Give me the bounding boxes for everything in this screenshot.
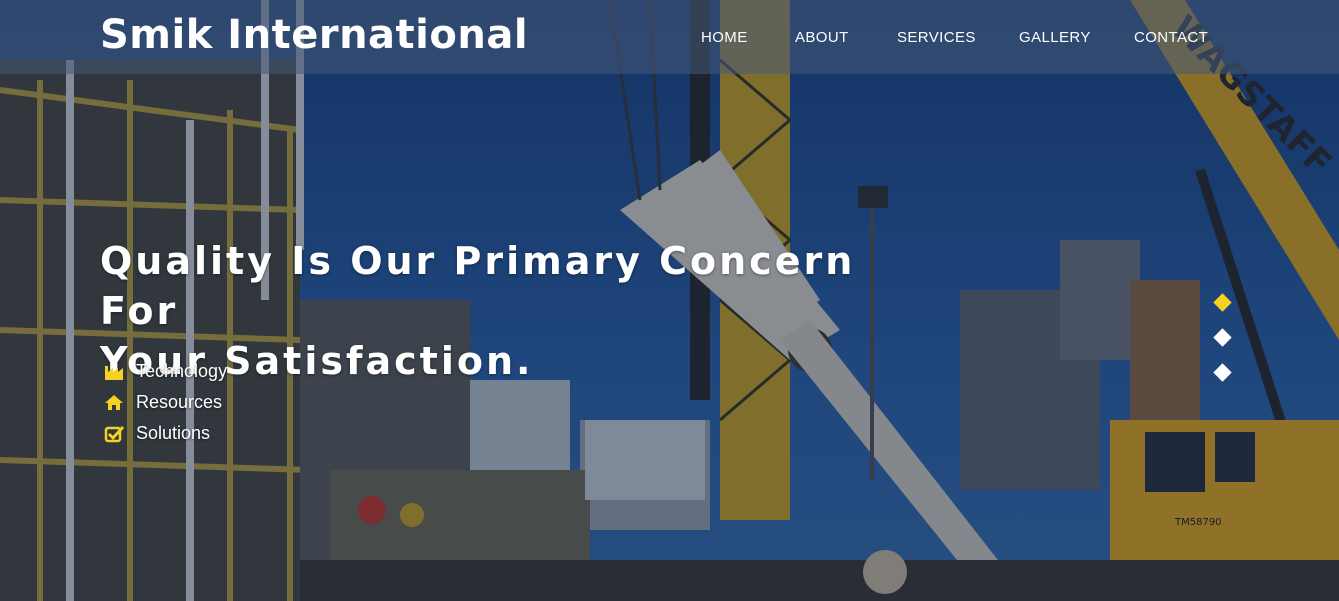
feature-item-solutions: Solutions xyxy=(104,418,227,449)
slider-pagination xyxy=(1213,293,1232,401)
nav-contact[interactable]: CONTACT xyxy=(1134,29,1208,46)
feature-item-technology: Technology xyxy=(104,356,227,387)
brand-logo[interactable]: Smik International xyxy=(100,12,528,58)
nav-home[interactable]: HOME xyxy=(701,29,748,46)
feature-label: Resources xyxy=(136,392,223,412)
checkbox-icon xyxy=(104,425,126,443)
home-icon xyxy=(104,394,126,412)
slider-dot-1[interactable] xyxy=(1213,293,1232,312)
nav-gallery[interactable]: GALLERY xyxy=(1019,29,1091,46)
slider-dot-3[interactable] xyxy=(1213,363,1232,382)
feature-item-resources: Resources xyxy=(104,387,227,418)
feature-label: Solutions xyxy=(136,423,211,443)
hero-title-line-1: Quality Is Our Primary Concern For xyxy=(100,239,856,333)
feature-list: Technology Resources Solutions xyxy=(104,356,227,449)
factory-icon xyxy=(104,363,126,381)
nav-services[interactable]: SERVICES xyxy=(897,29,976,46)
slider-dot-2[interactable] xyxy=(1213,328,1232,347)
feature-label: Technology xyxy=(136,361,228,381)
site-header: Smik International HOME ABOUT SERVICES G… xyxy=(0,0,1339,74)
nav-about[interactable]: ABOUT xyxy=(795,29,849,46)
